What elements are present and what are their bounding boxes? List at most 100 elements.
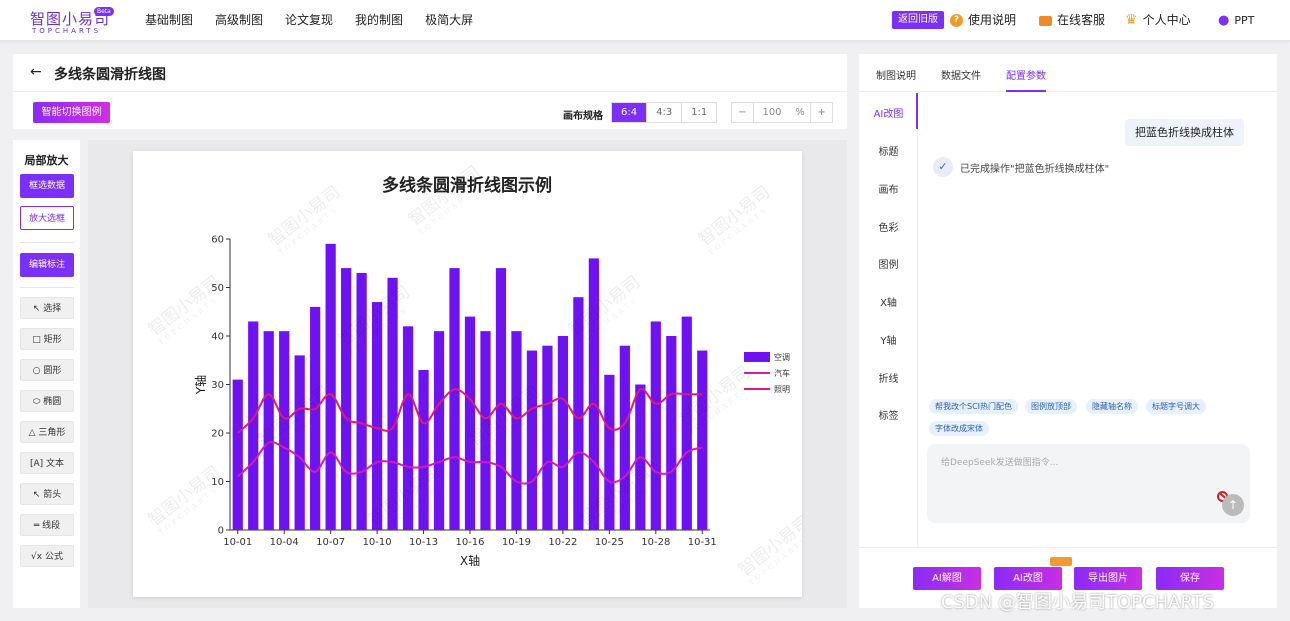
side-canvas[interactable]: 画布 [859,181,918,196]
x-tick-label: 10-19 [502,537,531,548]
bar [557,336,569,530]
bar [371,302,383,530]
side-title[interactable]: 标题 [859,143,918,158]
legend-label: 空调 [774,352,790,362]
tool-0[interactable]: ↖ 选择 [20,297,74,319]
assistant-icon: ✓ [933,157,953,177]
bar [697,350,708,530]
help-icon: ? [950,14,963,27]
profile-link[interactable]: ♛ 个人中心 [1125,0,1191,41]
suggestion-chip[interactable]: 图例放顶部 [1025,399,1077,414]
suggestion-chip[interactable]: 字体改成宋体 [929,421,989,436]
export-image-button[interactable]: 导出图片 [1074,567,1142,590]
title-bar: ← 多线条圆滑折线图 [13,54,847,92]
legend-label: 照明 [774,385,790,394]
ratio-1-1[interactable]: 1:1 [682,103,716,122]
tool-icon: √x [31,552,45,562]
ratio-4-3[interactable]: 4:3 [647,103,683,122]
side-lines[interactable]: 折线 [859,370,918,385]
zoom-box-button[interactable]: 放大选框 [20,206,74,230]
tool-4[interactable]: △ 三角形 [20,421,74,443]
side-color[interactable]: 色彩 [859,219,918,234]
ai-edit-button[interactable]: AI改图 [994,567,1062,590]
divider [20,242,74,243]
bar [480,331,491,530]
old-version-button[interactable]: 返回旧版 [892,11,944,29]
suggestion-chip[interactable]: 隐藏轴名称 [1086,399,1138,414]
service-link[interactable]: 在线客服 [1039,0,1105,41]
tool-icon: ↖ [32,304,44,314]
nav-my-charts[interactable]: 我的制图 [355,0,403,41]
tool-6[interactable]: ↖ 箭头 [20,483,74,505]
tool-1[interactable]: □ 矩形 [20,328,74,350]
bar [279,331,290,530]
bar [464,316,476,530]
ai-reply: ✓ 已完成操作"把蓝色折线换成柱体" [933,157,1109,177]
x-tick-label: 10-22 [548,537,577,548]
ratio-6-4[interactable]: 6:4 [612,103,648,122]
side-y-axis[interactable]: Y轴 [859,332,918,347]
config-tabs: 制图说明 数据文件 配置参数 [859,54,1277,92]
bar [356,272,367,530]
tool-label: 选择 [43,304,62,314]
bar [604,374,615,530]
zoom-plus-button[interactable]: + [810,103,832,122]
tool-7[interactable]: ═ 线段 [20,514,74,536]
help-link[interactable]: ? 使用说明 [950,0,1016,41]
y-tick-label: 40 [211,332,224,343]
side-ai-edit[interactable]: AI改图 [859,105,918,120]
tool-icon: [A] [29,459,47,469]
chart-svg[interactable]: 多线条圆滑折线图示例 0 10 20 30 40 50 60 Y轴 X轴 10-01 10-04 10-… [133,151,802,597]
nav-dashboard[interactable]: 极简大屏 [425,0,473,41]
zoom-value[interactable]: 100 [754,103,790,122]
x-tick-label: 10-07 [316,537,345,548]
editor-panel: ← 多线条圆滑折线图 智能切换图例 画布规格 6:4 4:3 1:1 − 100… [13,54,847,608]
tool-3[interactable]: ⬭ 椭圆 [20,390,74,412]
tool-icon: ↖ [32,490,44,500]
new-tag [1050,557,1072,566]
back-arrow-icon[interactable]: ← [30,64,42,80]
canvas-spec-label: 画布规格 [563,111,603,122]
x-tick-label: 10-10 [363,537,392,548]
prompt-input[interactable]: 给DeepSeek发送做图指令... ↑ [927,444,1250,523]
edit-label-button[interactable]: 编辑标注 [20,253,74,277]
save-button[interactable]: 保存 [1156,567,1224,590]
nav-paper[interactable]: 论文复现 [285,0,333,41]
logo[interactable]: 智图小易司 TOPCHARTS Beta [28,7,118,37]
user-message: 把蓝色折线换成柱体 [1125,119,1244,146]
nav-advanced[interactable]: 高级制图 [215,0,263,41]
nav-basic[interactable]: 基础制图 [145,0,193,41]
send-button[interactable]: ↑ [1222,494,1244,516]
side-legend[interactable]: 图例 [859,256,918,271]
tool-icon: ○ [32,366,44,376]
tab-data-file[interactable]: 数据文件 [941,67,981,82]
ai-explain-button[interactable]: AI解图 [913,567,981,590]
y-axis-label: Y轴 [193,375,208,395]
side-labels[interactable]: 标签 [859,407,918,422]
suggestion-chip[interactable]: 标题字号调大 [1146,399,1206,414]
tool-5[interactable]: [A] 文本 [20,452,74,474]
bar [619,345,630,530]
tool-icon: ═ [33,521,43,531]
tab-instructions[interactable]: 制图说明 [876,67,916,82]
zoom-minus-button[interactable]: − [732,103,754,122]
tool-8[interactable]: √x 公式 [20,545,74,567]
tab-config[interactable]: 配置参数 [1006,67,1046,92]
tool-label: 三角形 [38,428,66,438]
select-data-button[interactable]: 框选数据 [20,174,74,198]
bar [325,243,336,530]
prompt-placeholder: 给DeepSeek发送做图指令... [941,458,1059,468]
ppt-link[interactable]: ● PPT [1218,0,1254,41]
beta-badge: Beta [94,7,114,16]
bar [294,355,305,530]
legend-swatch [744,352,770,362]
suggestion-chip[interactable]: 帮我改个SCI热门配色 [929,399,1019,414]
side-x-axis[interactable]: X轴 [859,294,918,309]
canvas-area: 多线条圆滑折线图示例 0 10 20 30 40 50 60 Y轴 X轴 10-01 10-04 10-… [88,140,847,608]
tool-2[interactable]: ○ 圆形 [20,359,74,381]
smart-legend-button[interactable]: 智能切换图例 [33,102,110,123]
zoom-control: − 100 % + [731,102,833,123]
page-title: 多线条圆滑折线图 [54,67,166,83]
chart-canvas[interactable]: 多线条圆滑折线图示例 0 10 20 30 40 50 60 Y轴 X轴 10-01 10-04 10-… [133,151,802,597]
y-tick-label: 0 [218,526,224,537]
